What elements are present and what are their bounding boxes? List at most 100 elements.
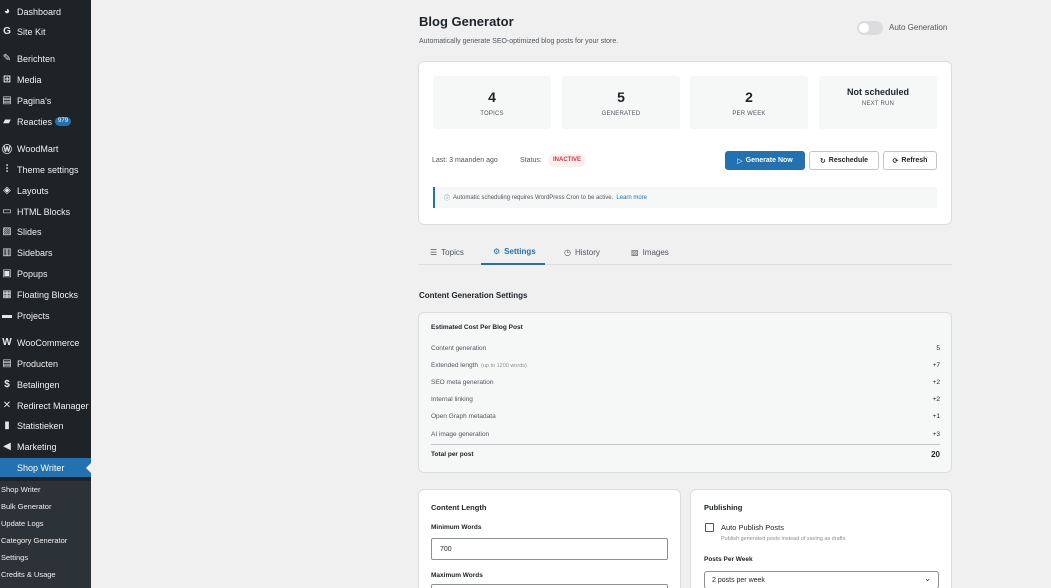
comment-count-badge: 979 [55, 117, 72, 126]
admin-sidebar: ◕ Dashboard G Site Kit ✎ Berichten ⊞ Media ▤ Pagi… [0, 0, 91, 588]
play-icon: ▷ [737, 157, 743, 165]
sidebar-item[interactable]: ▬ Projects [0, 306, 91, 325]
status-label: Status: [520, 157, 542, 164]
sidebar-item-label: Sidebars [17, 247, 53, 258]
generate-now-label: Generate Now [745, 157, 793, 164]
cost-row-value: +2 [932, 379, 940, 386]
sidebar-item-label: Betalingen [17, 379, 60, 390]
auto-publish-checkbox[interactable] [705, 523, 714, 532]
tab-history[interactable]: ◷ History [564, 239, 600, 265]
reschedule-button[interactable]: ↻ Reschedule [809, 151, 879, 170]
sidebar-item[interactable]: ◕ Dashboard [0, 2, 91, 21]
cost-row-label: Open Graph metadata [431, 413, 496, 420]
sidebar-item[interactable]: ◈ Layouts [0, 181, 91, 200]
cost-row: Content generation 5 [431, 345, 940, 352]
tab-label: Settings [504, 246, 536, 256]
sidebar-item-label: Projects [17, 310, 50, 321]
sitekit-icon: G [3, 26, 11, 37]
sidebar-item[interactable]: ▰ Reacties 979 [0, 112, 91, 131]
sidebar-item[interactable]: ⊞ Media [0, 70, 91, 89]
min-words-input[interactable]: 700 [431, 538, 668, 560]
cron-notice: ⓘ Automatic scheduling requires WordPres… [433, 187, 937, 208]
tab-images[interactable]: ▨ Images [631, 239, 669, 265]
sidebar-item-label: Site Kit [17, 26, 46, 37]
cost-row-label: Internal linking [431, 396, 473, 403]
refresh-button[interactable]: ⟳ Refresh [883, 151, 937, 170]
html-icon: ▭ [2, 206, 12, 217]
sidebar-item[interactable]: ▤ Producten [0, 354, 91, 373]
sidebar-item-label: Shop Writer [17, 462, 65, 473]
refresh-icon: ⟳ [892, 157, 899, 165]
sidebar-item[interactable]: Ⓦ WoodMart [0, 139, 91, 158]
sidebar-item-label: Theme settings [17, 164, 79, 175]
tab-settings[interactable]: ⚙ Settings [481, 239, 545, 265]
page-description: Automatically generate SEO-optimized blo… [419, 38, 619, 45]
cost-row: AI image generation +3 [431, 431, 940, 438]
layers-icon: ◈ [3, 185, 11, 196]
submenu-item[interactable]: Settings [1, 553, 28, 562]
cost-row: Extended length (up to 1200 words) +7 [431, 362, 940, 369]
sidebar-item[interactable]: $ Betalingen [0, 375, 91, 394]
sidebar-item[interactable]: ▣ Popups [0, 264, 91, 283]
submenu-item[interactable]: Credits & Usage [1, 570, 56, 579]
stat-value: 2 [745, 89, 753, 105]
status-badge: INACTIVE [548, 154, 587, 167]
cost-row-label: AI image generation [431, 431, 490, 438]
sidebar-item[interactable]: W WooCommerce [0, 333, 91, 352]
stats-icon: ▮ [4, 420, 10, 431]
tab-label: Images [642, 247, 669, 257]
list-icon: ☰ [430, 247, 438, 257]
submenu-item[interactable]: Shop Writer [1, 485, 40, 494]
refresh-label: Refresh [901, 157, 928, 164]
stat-value: 5 [617, 89, 625, 105]
sidebar-item[interactable]: ▮ Statistieken [0, 416, 91, 435]
stat-topics: 4 TOPICS [433, 76, 551, 129]
stat-generated: 5 GENERATED [562, 76, 680, 129]
auto-generation-label: Auto Generation [889, 23, 948, 32]
sidebar-item[interactable]: ✕ Redirect Manager [0, 396, 91, 415]
posts-per-week-select[interactable]: 2 posts per week ⌄ [704, 571, 939, 588]
auto-generation-toggle[interactable] [857, 21, 883, 35]
submenu-item[interactable]: Update Logs [1, 519, 44, 528]
stat-label: PER WEEK [732, 111, 766, 117]
sidebar-item[interactable]: Shop Writer [0, 458, 91, 477]
min-words-label: Minimum Words [431, 524, 482, 531]
cost-row-value: +7 [932, 362, 940, 369]
sidebar-item[interactable]: ✎ Berichten [0, 49, 91, 68]
sidebar-item-label: Slides [17, 226, 42, 237]
learn-more-link[interactable]: Learn more [616, 195, 647, 201]
clock-icon: ◷ [564, 247, 571, 257]
max-words-input[interactable] [431, 584, 668, 588]
cost-card [418, 312, 952, 473]
media-icon: ⊞ [2, 74, 12, 85]
sidebar-icon: ▥ [2, 247, 12, 258]
sidebar-item[interactable]: ▥ Sidebars [0, 243, 91, 262]
submenu-item[interactable]: Category Generator [1, 536, 67, 545]
sidebar-item-label: HTML Blocks [17, 206, 71, 217]
cost-title: Estimated Cost Per Blog Post [431, 324, 523, 331]
sidebar-item[interactable]: ⫶ Theme settings [0, 160, 91, 179]
rotate-icon: ↻ [819, 157, 826, 165]
posts-per-week-label: Posts Per Week [704, 556, 753, 563]
sidebar-item[interactable]: ▭ HTML Blocks [0, 202, 91, 221]
sidebar-item[interactable]: ▦ Floating Blocks [0, 285, 91, 304]
tab-topics[interactable]: ☰ Topics [430, 239, 464, 265]
woocommerce-icon: W [2, 337, 12, 348]
sliders-icon: ⫶ [5, 164, 9, 175]
auto-publish-help: Publish generated posts instead of savin… [721, 536, 846, 542]
stat-label: NEXT RUN [861, 101, 895, 107]
info-icon: ⓘ [444, 196, 451, 202]
sidebar-item[interactable]: ▤ Pagina's [0, 91, 91, 110]
sidebar-item-label: Pagina's [17, 95, 52, 106]
tab-label: Topics [441, 247, 464, 257]
posts-per-week-value: 2 posts per week [712, 576, 765, 584]
submenu-item[interactable]: Bulk Generator [1, 502, 51, 511]
generate-now-button[interactable]: ▷ Generate Now [725, 151, 805, 170]
sidebar-item[interactable]: G Site Kit [0, 22, 91, 41]
sidebar-item-label: WooCommerce [17, 337, 80, 348]
sidebar-item[interactable]: ◀ Marketing [0, 437, 91, 456]
sidebar-item[interactable]: ▨ Slides [0, 222, 91, 241]
cost-row-label: SEO meta generation [431, 379, 494, 386]
stat-value: Not scheduled [846, 87, 909, 97]
section-title: Content Generation Settings [419, 291, 528, 300]
